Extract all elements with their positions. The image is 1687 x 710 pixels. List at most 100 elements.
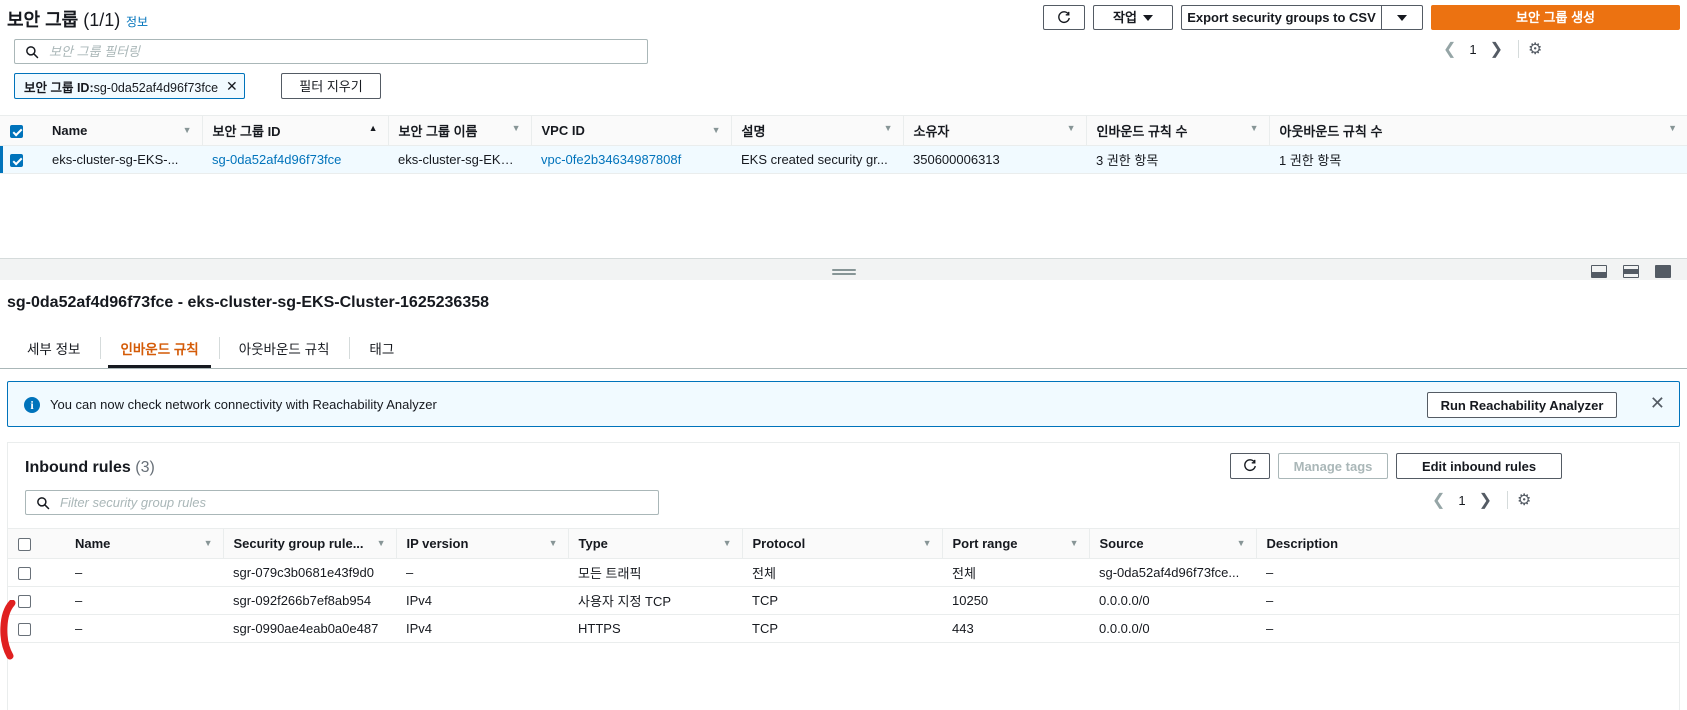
table-row[interactable]: – sgr-092f266b7ef8ab954 IPv4 사용자 지정 TCP … — [8, 586, 1679, 615]
actions-button[interactable]: 작업 — [1093, 5, 1173, 30]
row-checkbox[interactable] — [18, 623, 31, 637]
sort-icon[interactable]: ▼ — [1250, 123, 1259, 133]
column-label: Name — [52, 123, 88, 138]
column-label: Type — [578, 536, 608, 551]
sort-icon[interactable]: ▼ — [549, 538, 558, 548]
security-group-search-input[interactable] — [47, 43, 647, 60]
select-all-header — [8, 528, 65, 559]
tab-inbound-rules[interactable]: 인바운드 규칙 — [100, 328, 218, 369]
column-header-outbound-count[interactable]: 아웃바운드 규칙 수 ▼ — [1268, 115, 1687, 146]
export-dropdown-button[interactable] — [1381, 5, 1423, 30]
refresh-button[interactable] — [1043, 5, 1085, 30]
column-header-vpc-id[interactable]: VPC ID ▼ — [530, 115, 731, 146]
cell-description: – — [1256, 558, 1679, 587]
sort-icon[interactable]: ▼ — [183, 125, 192, 135]
table-header-row: Name ▼ 보안 그룹 ID ▲ 보안 그룹 이름 ▼ VPC ID ▼ 설명 — [0, 115, 1687, 146]
sort-icon[interactable]: ▼ — [1070, 538, 1079, 548]
column-label: 인바운드 규칙 수 — [1096, 124, 1188, 139]
group-id-link[interactable]: sg-0da52af4d96f73fce — [212, 152, 341, 167]
column-header-name[interactable]: Name ▼ — [42, 115, 202, 146]
column-header-owner[interactable]: 소유자 ▼ — [902, 115, 1086, 146]
chevron-down-icon — [1397, 14, 1407, 21]
vpc-id-link[interactable]: vpc-0fe2b34634987808f — [541, 152, 681, 167]
cell-inbound-count: 3 권한 항목 — [1086, 145, 1269, 174]
column-header-name[interactable]: Name ▼ — [65, 528, 223, 559]
clear-filters-button[interactable]: 필터 지우기 — [281, 73, 381, 99]
close-icon[interactable]: ✕ — [1650, 394, 1665, 412]
cell-ip-version: – — [396, 558, 568, 587]
cell-type: 모든 트래픽 — [568, 558, 742, 587]
gear-icon[interactable]: ⚙ — [1528, 39, 1542, 59]
column-header-rule-id[interactable]: Security group rule... ▼ — [222, 528, 396, 559]
pagination-prev-icon[interactable]: ❮ — [1437, 39, 1462, 59]
column-header-source[interactable]: Source ▼ — [1088, 528, 1256, 559]
security-groups-table: Name ▼ 보안 그룹 ID ▲ 보안 그룹 이름 ▼ VPC ID ▼ 설명 — [0, 115, 1687, 174]
tab-outbound-rules[interactable]: 아웃바운드 규칙 — [218, 328, 350, 368]
row-checkbox[interactable] — [18, 595, 31, 609]
info-link[interactable]: 정보 — [126, 13, 148, 30]
inbound-rules-search[interactable] — [25, 490, 659, 515]
close-icon[interactable]: ✕ — [226, 79, 238, 93]
edit-inbound-rules-button[interactable]: Edit inbound rules — [1396, 453, 1562, 479]
column-header-port-range[interactable]: Port range ▼ — [941, 528, 1089, 559]
sort-icon[interactable]: ▼ — [884, 123, 893, 133]
cell-ip-version: IPv4 — [396, 586, 568, 615]
filter-token-value: sg-0da52af4d96f73fce — [93, 80, 219, 95]
manage-tags-button[interactable]: Manage tags — [1278, 453, 1388, 479]
column-label: Description — [1266, 536, 1339, 551]
table-row[interactable]: eks-cluster-sg-EKS-... sg-0da52af4d96f73… — [0, 145, 1687, 174]
column-header-ip-version[interactable]: IP version ▼ — [395, 528, 568, 559]
drag-handle-icon[interactable] — [831, 269, 856, 275]
inbound-rules-title: Inbound rules (3) — [25, 459, 155, 477]
sort-icon[interactable]: ▼ — [512, 123, 521, 133]
table-row[interactable]: – sgr-0990ae4eab0a0e487 IPv4 HTTPS TCP 4… — [8, 614, 1679, 643]
sort-icon[interactable]: ▼ — [1668, 123, 1677, 133]
select-all-checkbox[interactable] — [18, 538, 31, 552]
pagination-page-number[interactable]: 1 — [1465, 42, 1480, 57]
run-reachability-analyzer-button[interactable]: Run Reachability Analyzer — [1427, 392, 1617, 418]
column-header-group-name[interactable]: 보안 그룹 이름 ▼ — [387, 115, 531, 146]
table-row[interactable]: – sgr-079c3b0681e43f9d0 – 모든 트래픽 전체 전체 s… — [8, 558, 1679, 587]
tab-tags[interactable]: 태그 — [349, 328, 414, 368]
tab-details[interactable]: 세부 정보 — [7, 328, 100, 368]
panel-splitter[interactable] — [0, 258, 1687, 280]
sort-icon[interactable]: ▼ — [204, 538, 213, 548]
detail-tabs: 세부 정보 인바운드 규칙 아웃바운드 규칙 태그 — [7, 328, 414, 369]
sort-icon[interactable]: ▼ — [1237, 538, 1246, 548]
inbound-refresh-button[interactable] — [1230, 453, 1270, 479]
export-csv-button[interactable]: Export security groups to CSV — [1181, 5, 1381, 30]
panel-side-icon[interactable] — [1623, 265, 1639, 278]
column-header-inbound-count[interactable]: 인바운드 규칙 수 ▼ — [1085, 115, 1269, 146]
create-security-group-button[interactable]: 보안 그룹 생성 — [1431, 5, 1680, 30]
active-filter-token[interactable]: 보안 그룹 ID:sg-0da52af4d96f73fce ✕ — [14, 73, 245, 99]
row-checkbox[interactable] — [10, 154, 23, 168]
inbound-rules-search-input[interactable] — [58, 494, 658, 511]
cell-group-id: sg-0da52af4d96f73fce — [202, 145, 388, 174]
sort-icon[interactable]: ▼ — [923, 538, 932, 548]
sort-icon[interactable]: ▼ — [712, 125, 721, 135]
sort-icon[interactable]: ▼ — [1067, 123, 1076, 133]
column-label: 보안 그룹 ID — [212, 124, 281, 139]
pagination-page-number[interactable]: 1 — [1454, 493, 1469, 508]
column-header-description[interactable]: Description — [1255, 528, 1679, 559]
sort-icon[interactable]: ▼ — [723, 538, 732, 548]
security-group-search[interactable] — [14, 39, 648, 64]
column-header-description[interactable]: 설명 ▼ — [730, 115, 903, 146]
row-checkbox[interactable] — [18, 567, 31, 581]
column-label: Security group rule... — [233, 536, 364, 551]
sort-icon[interactable]: ▼ — [377, 538, 386, 548]
gear-icon[interactable]: ⚙ — [1517, 490, 1531, 510]
pagination-prev-icon[interactable]: ❮ — [1426, 490, 1451, 510]
column-header-protocol[interactable]: Protocol ▼ — [741, 528, 942, 559]
select-all-checkbox[interactable] — [10, 125, 23, 139]
panel-bottom-icon[interactable] — [1591, 265, 1607, 278]
pagination-next-icon[interactable]: ❯ — [1473, 490, 1498, 510]
refresh-icon — [1058, 10, 1070, 23]
cell-group-name: eks-cluster-sg-EKS-Clu... — [388, 145, 531, 174]
panel-full-icon[interactable] — [1655, 265, 1671, 278]
sort-icon[interactable]: ▲ — [369, 123, 378, 133]
panel-layout-controls — [1591, 265, 1671, 278]
pagination-next-icon[interactable]: ❯ — [1484, 39, 1509, 59]
column-header-type[interactable]: Type ▼ — [567, 528, 742, 559]
column-header-group-id[interactable]: 보안 그룹 ID ▲ — [201, 115, 388, 146]
